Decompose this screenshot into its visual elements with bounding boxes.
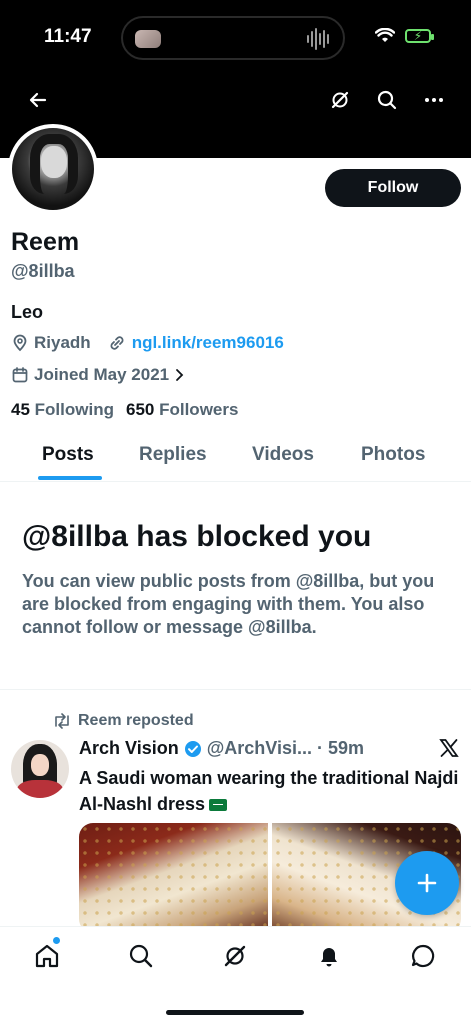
repost-icon xyxy=(55,713,69,729)
post-author-handle[interactable]: @ArchVisi... xyxy=(207,738,312,759)
link-icon xyxy=(110,336,124,350)
post-separator: · xyxy=(316,738,323,758)
nav-search[interactable] xyxy=(126,941,156,971)
blocked-message: You can view public posts from @8illba, … xyxy=(22,571,435,637)
blocked-title: @8illba has blocked you xyxy=(22,520,372,553)
avatar-face xyxy=(41,146,67,178)
audio-wave-icon xyxy=(307,28,329,50)
profile-tabs: Posts Replies Videos Photos xyxy=(0,436,471,482)
more-icon[interactable] xyxy=(420,86,448,114)
grok-icon xyxy=(224,945,246,967)
plus-icon xyxy=(417,873,437,893)
chat-icon xyxy=(411,944,435,968)
grok-icon[interactable] xyxy=(326,86,354,114)
verified-badge-icon xyxy=(184,740,201,757)
follow-button[interactable]: Follow xyxy=(325,169,461,207)
home-indicator xyxy=(166,1010,304,1015)
now-playing-thumbnail xyxy=(135,30,161,48)
post-author-name[interactable]: Arch Vision xyxy=(79,738,179,759)
active-tab-indicator xyxy=(38,476,102,480)
notification-dot xyxy=(53,937,60,944)
post-text: A Saudi woman wearing the traditional Na… xyxy=(79,765,459,817)
divider xyxy=(0,689,471,690)
nav-messages[interactable] xyxy=(408,941,438,971)
profile-meta-row: Riyadh ngl.link/reem96016 xyxy=(11,333,284,353)
post-avatar-dress xyxy=(17,780,63,798)
back-arrow-icon[interactable] xyxy=(24,86,52,114)
bell-icon xyxy=(321,948,337,967)
tab-photos[interactable]: Photos xyxy=(361,444,425,466)
followers-label: Followers xyxy=(159,400,239,419)
x-logo-icon[interactable] xyxy=(438,737,460,759)
nav-home[interactable] xyxy=(32,941,62,971)
nav-grok[interactable] xyxy=(220,941,250,971)
profile-location: Riyadh xyxy=(34,333,91,352)
post-image[interactable] xyxy=(79,823,268,933)
following-label: Following xyxy=(34,400,114,419)
tab-replies[interactable]: Replies xyxy=(139,444,207,466)
battery-charging-icon: ⚡ xyxy=(405,29,434,43)
following-link[interactable]: 45 Following xyxy=(11,400,114,420)
post-avatar-face xyxy=(31,754,49,776)
repost-indicator[interactable]: Reem reposted xyxy=(52,712,194,730)
profile-bio: Leo xyxy=(11,302,44,322)
status-bar: 11:47 ⚡ xyxy=(0,0,471,78)
system-icons: ⚡ xyxy=(375,28,434,44)
search-icon xyxy=(129,944,153,968)
profile-link[interactable]: ngl.link/reem96016 xyxy=(132,333,284,353)
profile-avatar[interactable] xyxy=(8,124,98,214)
tab-videos[interactable]: Videos xyxy=(252,444,314,466)
profile-joined: Joined May 2021 xyxy=(34,365,170,384)
location-pin-icon xyxy=(13,334,27,352)
nav-notifications[interactable] xyxy=(314,941,344,971)
calendar-icon xyxy=(12,367,28,383)
search-icon[interactable] xyxy=(373,86,401,114)
status-time: 11:47 xyxy=(44,26,92,47)
profile-name: Reem xyxy=(11,228,80,256)
post-author-avatar[interactable] xyxy=(11,740,69,798)
dynamic-island[interactable] xyxy=(121,16,345,60)
home-icon xyxy=(35,944,59,968)
saudi-flag-icon xyxy=(209,799,228,812)
post-header: Arch Vision @ArchVisi... · 59m xyxy=(79,738,439,759)
post-time: 59m xyxy=(327,738,364,758)
joined-row[interactable]: Joined May 2021 xyxy=(11,365,190,385)
post-body: A Saudi woman wearing the traditional Na… xyxy=(79,768,459,814)
compose-button[interactable] xyxy=(395,851,459,915)
wifi-icon xyxy=(375,28,395,42)
chevron-right-icon xyxy=(176,369,184,381)
follow-counts: 45 Following 650 Followers xyxy=(11,400,238,420)
repost-label: Reem reposted xyxy=(78,712,194,729)
tab-posts[interactable]: Posts xyxy=(42,444,94,466)
top-nav xyxy=(0,80,471,120)
following-count: 45 xyxy=(11,400,30,419)
followers-count: 650 xyxy=(125,400,155,419)
followers-link[interactable]: 650 Followers xyxy=(126,400,238,420)
profile-handle: @8illba xyxy=(11,261,75,281)
